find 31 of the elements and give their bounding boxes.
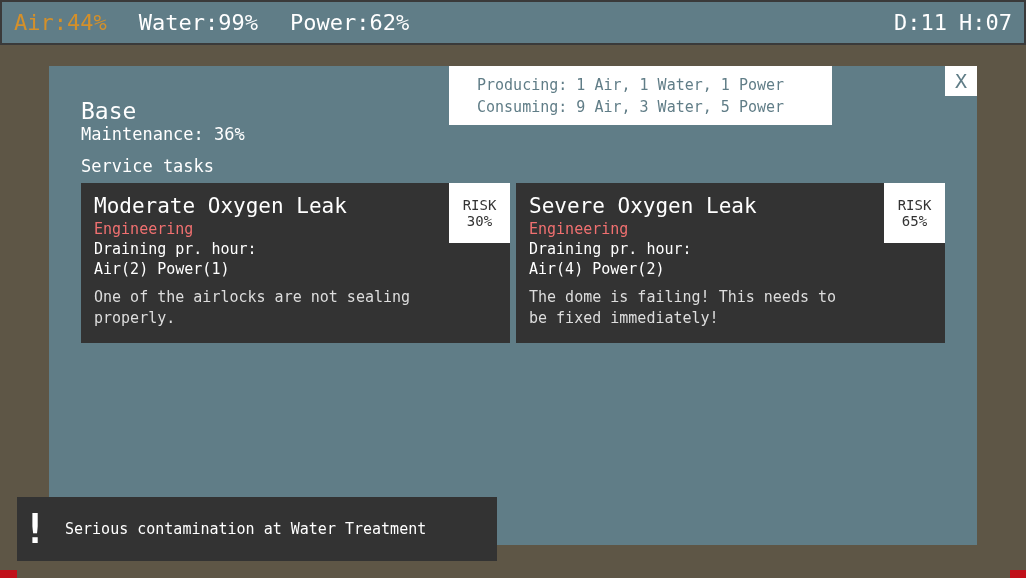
task-card[interactable]: Severe Oxygen Leak Engineering Draining pr. hour: Air(4) Power(2) The dome is failing! This needs to be fixed immediately! RISK 65% bbox=[516, 183, 945, 343]
stats-line: Consuming: 9 Air, 3 Water, 5 Power bbox=[477, 96, 786, 118]
resource-reading: Water:99% bbox=[138, 9, 258, 37]
resource-reading: Air:44% bbox=[14, 9, 107, 37]
draining-values: Air(2) Power(1) bbox=[94, 259, 230, 279]
section-heading: Service tasks bbox=[81, 156, 216, 176]
corner-marker bbox=[1010, 570, 1026, 578]
task-description: The dome is failing! This needs to be fixed immediately! bbox=[529, 287, 838, 329]
task-title: Severe Oxygen Leak bbox=[529, 193, 757, 219]
notification-text: Serious contamination at Water Treatment bbox=[65, 518, 427, 540]
close-button[interactable]: X bbox=[945, 66, 977, 96]
department-label: Engineering bbox=[529, 219, 629, 239]
task-description: One of the airlocks are not sealing properly. bbox=[94, 287, 412, 329]
stats-line: Producing: 1 Air, 1 Water, 1 Power bbox=[477, 74, 786, 96]
risk-value: 65% bbox=[901, 213, 928, 229]
corner-marker bbox=[0, 570, 17, 578]
department-label: Engineering bbox=[94, 219, 194, 239]
panel-title: Base bbox=[81, 98, 138, 124]
hour-counter: H:07 bbox=[959, 9, 1012, 37]
resource-reading: Power:62% bbox=[289, 9, 410, 37]
risk-label: RISK bbox=[897, 197, 932, 213]
maintenance-text: Maintenance: 36% bbox=[81, 124, 245, 144]
task-card[interactable]: Moderate Oxygen Leak Engineering Draining pr. hour: Air(2) Power(1) One of the airlocks are not sealing properly. RISK 30% bbox=[81, 183, 510, 343]
draining-label: Draining pr. hour: bbox=[94, 239, 257, 259]
draining-values: Air(4) Power(2) bbox=[529, 259, 665, 279]
draining-label: Draining pr. hour: bbox=[529, 239, 692, 259]
day-counter: D:11 bbox=[894, 9, 947, 37]
task-title: Moderate Oxygen Leak bbox=[94, 193, 347, 219]
risk-value: 30% bbox=[466, 213, 493, 229]
risk-label: RISK bbox=[462, 197, 497, 213]
alert-icon: ! bbox=[17, 509, 53, 549]
